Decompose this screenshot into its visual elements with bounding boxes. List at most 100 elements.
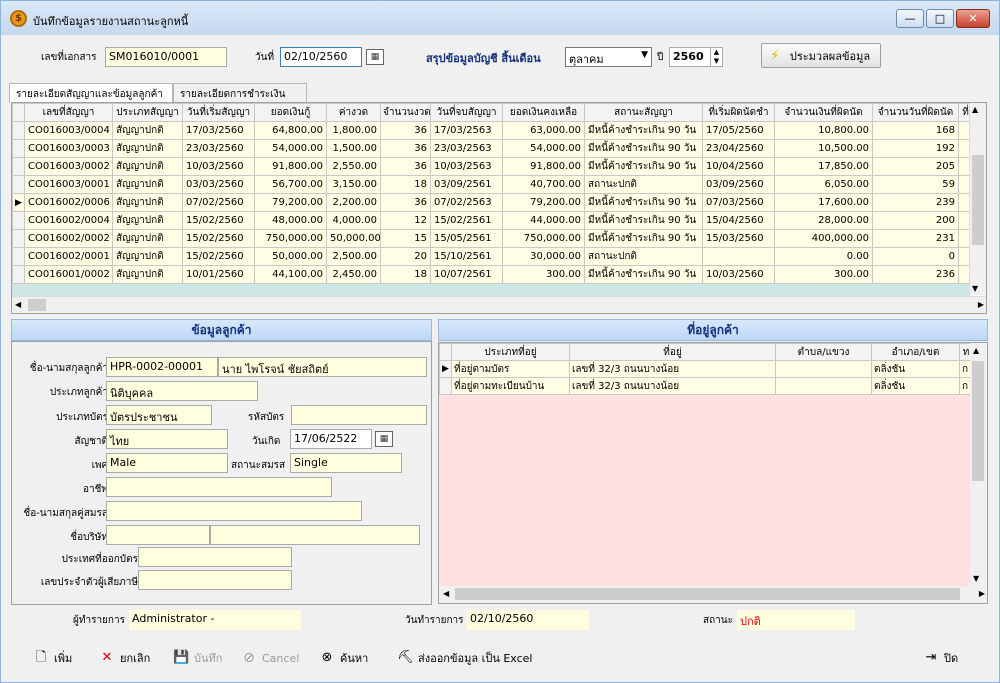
- row-indicator[interactable]: [12, 229, 25, 248]
- row-pointer-icon[interactable]: ▶: [439, 360, 452, 378]
- table-row[interactable]: CO016003/0001 สัญญาปกติ 03/03/2560 56,700.0…: [12, 175, 973, 194]
- table-cell[interactable]: 2,200.00: [326, 193, 381, 212]
- table-cell[interactable]: 200: [872, 211, 959, 230]
- table-cell[interactable]: 20: [380, 247, 431, 266]
- table-cell[interactable]: 64,800.00: [254, 121, 327, 140]
- col-start-date[interactable]: วันที่เริ่มสัญญา: [182, 103, 255, 122]
- table-cell[interactable]: 03/03/2560: [182, 175, 255, 194]
- table-cell[interactable]: CO016003/0004: [24, 121, 113, 140]
- table-cell[interactable]: 10/03/2563: [430, 157, 503, 176]
- table-cell[interactable]: 4,000.00: [326, 211, 381, 230]
- address-grid[interactable]: ประเภทที่อยู่ ที่อยู่ ตำบล/แขวง อำเภอ/เข…: [438, 342, 988, 604]
- table-cell[interactable]: เลขที่ 32/3 ถนนบางน้อย: [569, 360, 776, 378]
- table-cell[interactable]: 168: [872, 121, 959, 140]
- table-cell[interactable]: 07/02/2560: [182, 193, 255, 212]
- table-cell[interactable]: 54,000.00: [254, 139, 327, 158]
- table-cell[interactable]: 03/09/2561: [430, 175, 503, 194]
- table-cell[interactable]: CO016003/0001: [24, 175, 113, 194]
- calendar-icon[interactable]: ▦: [366, 49, 384, 65]
- close-button[interactable]: ⇥ ปิด: [923, 648, 959, 668]
- tax-id-field[interactable]: [138, 570, 292, 590]
- table-cell[interactable]: 91,800.00: [254, 157, 327, 176]
- col-term-count[interactable]: จำนวนงวด: [380, 103, 431, 122]
- table-cell[interactable]: 300.00: [774, 265, 873, 284]
- table-cell[interactable]: 18: [380, 265, 431, 284]
- table-cell[interactable]: 54,000.00: [502, 139, 585, 158]
- table-cell[interactable]: 239: [872, 193, 959, 212]
- table-cell[interactable]: สัญญาปกติ: [112, 247, 183, 266]
- scroll-down-icon[interactable]: ▼: [972, 284, 978, 293]
- table-cell[interactable]: ที่อยู่ตามบัตร: [451, 360, 570, 378]
- year-field[interactable]: 2560: [669, 47, 711, 67]
- col-default-start[interactable]: ที่เริ่มผิดนัดชำ: [702, 103, 775, 122]
- table-cell[interactable]: 15/02/2560: [182, 229, 255, 248]
- table-cell[interactable]: สถานะปกติ: [584, 247, 703, 266]
- scroll-up-icon[interactable]: ▲: [972, 105, 978, 114]
- table-cell[interactable]: 79,200.00: [254, 193, 327, 212]
- col-address[interactable]: ที่อยู่: [569, 343, 776, 361]
- export-excel-button[interactable]: ⛏ ส่งออกข้อมูล เป็น Excel: [397, 648, 532, 668]
- table-cell[interactable]: 28,000.00: [774, 211, 873, 230]
- table-cell[interactable]: 03/09/2560: [702, 175, 775, 194]
- table-cell[interactable]: 56,700.00: [254, 175, 327, 194]
- table-row[interactable]: ▶ CO016002/0006 สัญญาปกติ 07/02/2560 79,200.…: [12, 193, 973, 212]
- table-cell[interactable]: 07/02/2563: [430, 193, 503, 212]
- table-cell[interactable]: [775, 360, 872, 378]
- table-cell[interactable]: CO016002/0004: [24, 211, 113, 230]
- date-field[interactable]: 02/10/2560: [280, 47, 362, 67]
- col-address-type[interactable]: ประเภทที่อยู่: [451, 343, 570, 361]
- year-spinner[interactable]: ▲ ▼: [710, 47, 723, 67]
- row-indicator[interactable]: [12, 265, 25, 284]
- table-row[interactable]: CO016002/0001 สัญญาปกติ 15/02/2560 50,000.0…: [12, 247, 973, 266]
- table-cell[interactable]: 36: [380, 157, 431, 176]
- cancel-button[interactable]: ⊘ Cancel: [241, 648, 299, 668]
- close-window-button[interactable]: ✕: [956, 9, 990, 28]
- table-cell[interactable]: CO016003/0002: [24, 157, 113, 176]
- add-button[interactable]: 🗋 เพิ่ม: [33, 648, 73, 668]
- row-indicator[interactable]: [12, 121, 25, 140]
- address-vertical-scrollbar[interactable]: ▲ ▼: [970, 343, 987, 586]
- row-indicator[interactable]: [12, 157, 25, 176]
- table-cell[interactable]: 36: [380, 193, 431, 212]
- table-row[interactable]: CO016002/0002 สัญญาปกติ 15/02/2560 750,000.…: [12, 229, 973, 248]
- company-code-field[interactable]: [106, 525, 210, 545]
- table-cell[interactable]: 63,000.00: [502, 121, 585, 140]
- spouse-name-field[interactable]: [106, 501, 362, 521]
- customer-name-field[interactable]: นาย ไพโรจน์ ชัยสถิตย์: [218, 357, 427, 377]
- birth-calendar-icon[interactable]: ▦: [375, 431, 393, 447]
- table-cell[interactable]: 3,150.00: [326, 175, 381, 194]
- table-cell[interactable]: 79,200.00: [502, 193, 585, 212]
- scroll-thumb[interactable]: [972, 155, 984, 245]
- company-name-field[interactable]: [210, 525, 420, 545]
- col-status[interactable]: สถานะสัญญา: [584, 103, 703, 122]
- table-cell[interactable]: มีหนี้ค้างชำระเกิน 90 วัน: [584, 229, 703, 248]
- table-cell[interactable]: CO016002/0002: [24, 229, 113, 248]
- scroll-right-icon[interactable]: ▶: [978, 300, 984, 309]
- table-cell[interactable]: มีหนี้ค้างชำระเกิน 90 วัน: [584, 157, 703, 176]
- contract-grid[interactable]: เลขที่สัญญา ประเภทสัญญา วันที่เริ่มสัญญา…: [11, 102, 987, 314]
- col-contract-no[interactable]: เลขที่สัญญา: [24, 103, 113, 122]
- table-cell[interactable]: 17,600.00: [774, 193, 873, 212]
- table-row[interactable]: CO016003/0002 สัญญาปกติ 10/03/2560 91,800.0…: [12, 157, 973, 176]
- table-cell[interactable]: 6,050.00: [774, 175, 873, 194]
- table-cell[interactable]: 15/10/2561: [430, 247, 503, 266]
- table-cell[interactable]: 1,800.00: [326, 121, 381, 140]
- table-cell[interactable]: 15/02/2560: [182, 247, 255, 266]
- table-cell[interactable]: 07/03/2560: [702, 193, 775, 212]
- table-cell[interactable]: 48,000.00: [254, 211, 327, 230]
- table-cell[interactable]: 0: [872, 247, 959, 266]
- table-cell[interactable]: 50,000.00: [254, 247, 327, 266]
- table-cell[interactable]: สัญญาปกติ: [112, 193, 183, 212]
- table-cell[interactable]: 17/03/2560: [182, 121, 255, 140]
- occupation-field[interactable]: [106, 477, 332, 497]
- row-indicator[interactable]: [12, 139, 25, 158]
- minimize-button[interactable]: —: [896, 9, 924, 28]
- table-cell[interactable]: สถานะปกติ: [584, 175, 703, 194]
- addr-scroll-down-icon[interactable]: ▼: [973, 574, 979, 583]
- table-cell[interactable]: 18: [380, 175, 431, 194]
- table-cell[interactable]: CO016001/0002: [24, 265, 113, 284]
- table-cell[interactable]: 2,450.00: [326, 265, 381, 284]
- month-select[interactable]: ตุลาคม ▼: [565, 47, 652, 67]
- row-pointer-icon[interactable]: ▶: [12, 193, 25, 212]
- customer-type-field[interactable]: นิติบุคคล: [106, 381, 258, 401]
